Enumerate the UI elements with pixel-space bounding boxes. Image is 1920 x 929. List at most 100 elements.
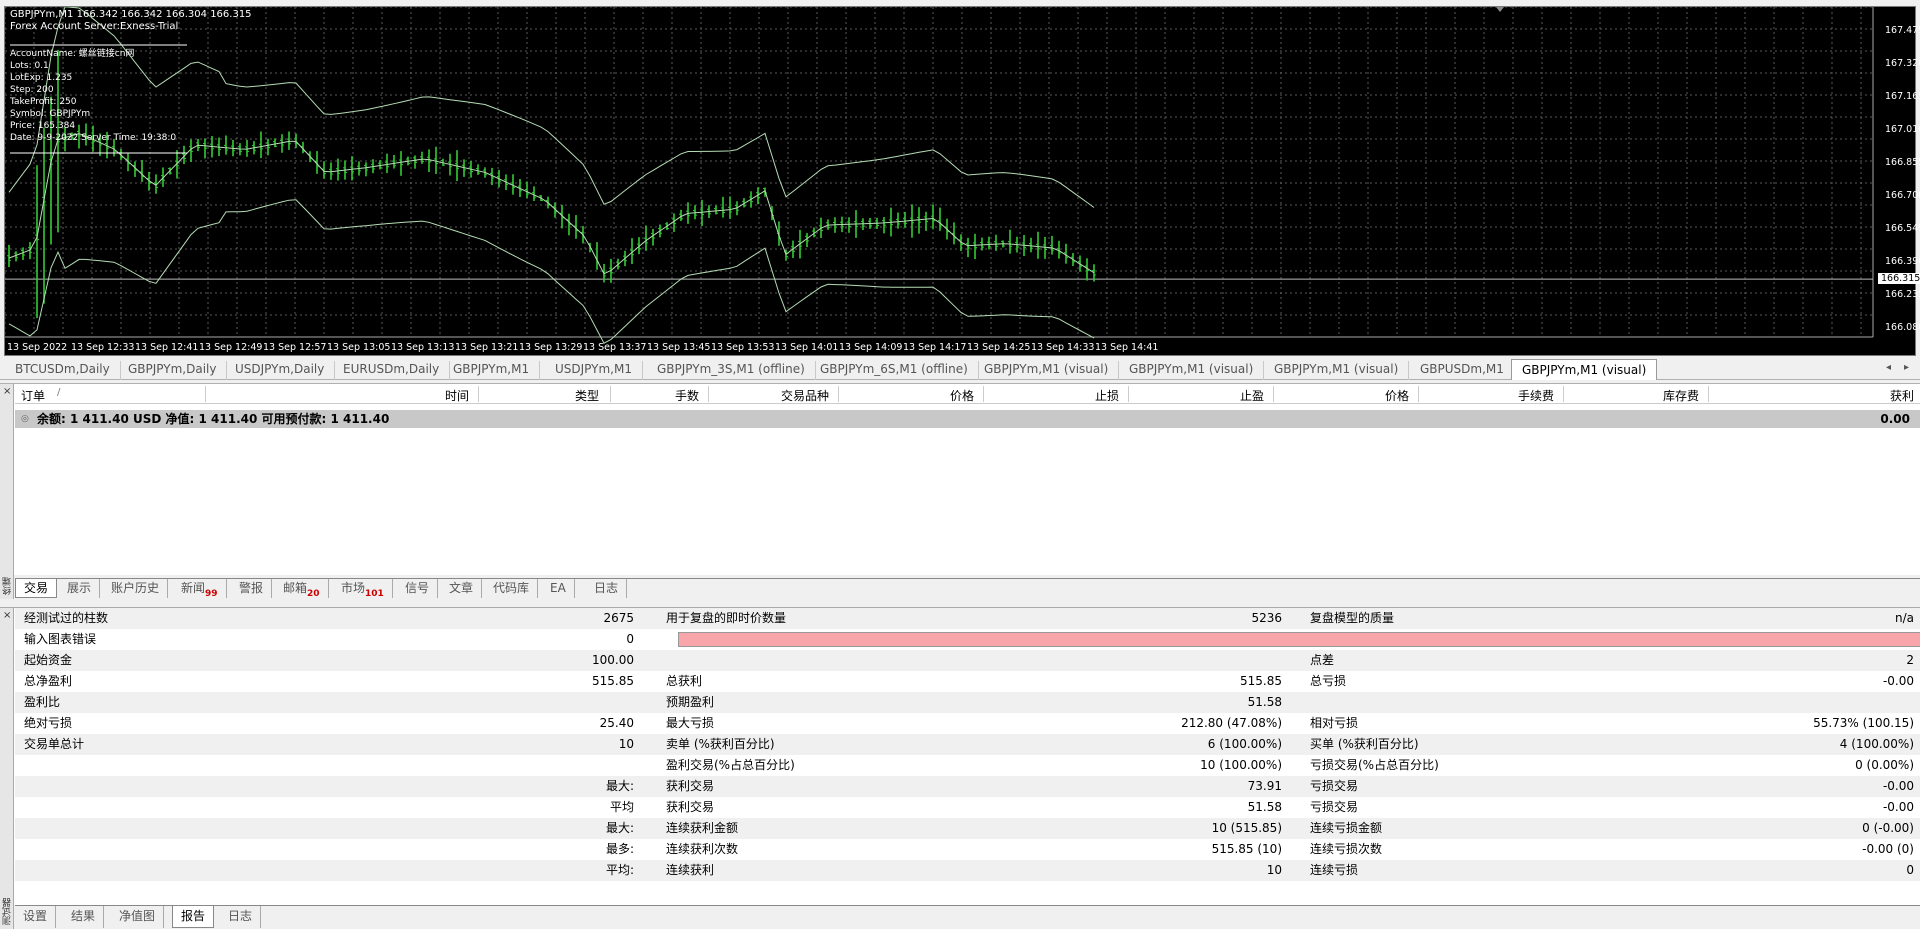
report-cell: 亏损交易 [1310,779,1359,793]
terminal-tab[interactable]: 交易 [15,579,58,598]
terminal-tab[interactable]: 新闻99 [173,579,227,599]
chart-tab[interactable]: GBPJPYm,M1 (visual) [1511,359,1658,380]
report-cell: 经测试过的柱数 [24,611,109,625]
report-cell: 获利交易 [666,779,715,793]
column-separator[interactable] [1563,386,1564,402]
price-label: 167.165 [1885,91,1920,102]
chart-tab[interactable]: GBPJPYm,M1 (visual) [1119,361,1265,380]
report-row: 经测试过的柱数 2675 用于复盘的即时价数量 5236 复盘模型的质量 n/a [15,608,1920,629]
chart-tab[interactable]: GBPJPYm,M1 [443,361,541,380]
sort-icon[interactable]: / [57,387,60,398]
terminal-tab[interactable]: 账户历史 [103,579,169,598]
column-header[interactable]: 价格 [1385,387,1409,404]
chart-tab[interactable]: USDJPYm,M1 [545,361,643,380]
column-header[interactable]: 库存费 [1663,387,1699,404]
column-header[interactable]: 价格 [950,387,974,404]
terminal-tab[interactable]: 信号 [397,579,439,598]
terminal-tab[interactable]: 市场101 [333,579,393,599]
chart-tab[interactable]: GBPJPYm,M1 (visual) [974,361,1120,380]
terminal-tab[interactable]: 文章 [441,579,483,598]
terminal-tab-label: 代码库 [493,581,530,595]
account-server-line: Forex Account Server:Exness-Trial [10,21,179,32]
time-label: 13 Sep 14:33 [1031,342,1095,353]
time-label: 13 Sep 13:37 [583,342,647,353]
report-row: 盈利交易(%占总百分比) 10 (100.00%) 亏损交易(%占总百分比) 0 (0… [15,755,1920,776]
terminal-tab[interactable]: 警报 [231,579,273,598]
price-label: 166.390 [1885,256,1920,267]
terminal-tab-label: 日志 [594,581,619,595]
column-header[interactable]: 手续费 [1518,387,1554,404]
report-cell: 55.73% (100.15) [1813,716,1914,730]
report-cell: 交易单总计 [24,737,85,751]
chart-tab[interactable]: GBPJPYm_3S,M1 (offline) [647,361,816,380]
chart-shift-marker[interactable] [1496,7,1504,12]
info-line: Date: 9-9-2022 Server Time: 19:38:0 [10,133,177,143]
report-cell: 获利交易 [666,800,715,814]
column-separator[interactable] [1128,386,1129,402]
terminal-tab[interactable]: 日志 [586,579,628,598]
column-header[interactable]: 手数 [675,387,699,404]
column-separator[interactable] [983,386,984,402]
terminal-tab[interactable]: 展示 [59,579,101,598]
column-header[interactable]: 交易品种 [781,387,829,404]
column-separator[interactable] [708,386,709,402]
terminal-tab-label: EA [550,581,566,595]
balance-row[interactable]: ◎ 余额: 1 411.40 USD 净值: 1 411.40 可用预付款: 1… [15,410,1920,428]
tester-tab[interactable]: 设置 [15,906,57,928]
tester-tab[interactable]: 日志 [220,906,262,928]
column-separator[interactable] [1418,386,1419,402]
report-cell: 连续亏损 [1310,863,1359,877]
chart-tab[interactable]: GBPJPYm,Daily [118,361,228,380]
column-separator[interactable] [478,386,479,402]
report-row: 最多: 连续获利次数 515.85 (10) 连续亏损次数 -0.00 (0) [15,839,1920,860]
chart-canvas[interactable] [5,7,1915,355]
report-cell: 0 (0.00%) [1855,758,1914,772]
report-cell: 连续获利次数 [666,842,739,856]
column-separator[interactable] [205,386,206,402]
time-label: 13 Sep 14:25 [967,342,1031,353]
terminal-tab-label: 账户历史 [111,581,160,595]
col-order[interactable]: 订单 [21,387,45,404]
chart-tab[interactable]: USDJPYm,Daily [225,361,336,380]
column-header[interactable]: 获利 [1890,387,1914,404]
column-separator[interactable] [838,386,839,402]
report-cell: 输入图表错误 [24,632,97,646]
report-cell: 515.85 [592,674,634,688]
terminal-tab[interactable]: EA [542,579,575,598]
time-label: 13 Sep 12:49 [199,342,263,353]
column-separator[interactable] [610,386,611,402]
chart-tab[interactable]: EURUSDm,Daily [333,361,451,380]
tabs-scroll-right-icon[interactable]: ▸ [1904,362,1909,373]
chart-tab[interactable]: GBPJPYm_6S,M1 (offline) [810,361,979,380]
tabs-scroll-left-icon[interactable]: ◂ [1886,362,1891,373]
tester-tab[interactable]: 净值图 [111,906,165,928]
report-cell: 复盘模型的质量 [1310,611,1395,625]
chart-tab[interactable]: GBPUSDm,M1 [1410,361,1515,380]
column-separator[interactable] [1708,386,1709,402]
time-label: 13 Sep 12:57 [263,342,327,353]
report-cell: 515.85 (10) [1211,842,1282,856]
price-chart[interactable]: GBPJPYm,M1 166.342 166.342 166.304 166.3… [4,6,1920,356]
column-header[interactable]: 止损 [1095,387,1119,404]
terminal-close-icon[interactable]: × [3,386,11,397]
chart-tab[interactable]: BTCUSDm,Daily [5,361,121,380]
time-label: 13 Sep 13:45 [647,342,711,353]
price-label: 167.010 [1885,124,1920,135]
column-header[interactable]: 时间 [445,387,469,404]
info-line: Symbol: GBPJPYm [10,109,91,119]
column-separator[interactable] [1273,386,1274,402]
terminal-tab[interactable]: 邮箱20 [275,579,329,599]
terminal-tab[interactable]: 代码库 [485,579,539,598]
report-cell: 平均 [609,800,634,814]
report-cell: 6 (100.00%) [1207,737,1282,751]
chart-tab[interactable]: GBPJPYm,M1 (visual) [1264,361,1410,380]
terminal-tab-label: 警报 [239,581,264,595]
tester-close-icon[interactable]: × [3,610,11,621]
tester-tab[interactable]: 结果 [63,906,105,928]
tester-tab[interactable]: 报告 [172,906,215,928]
info-line: LotExp: 1.235 [10,73,73,83]
report-cell: 0 [626,632,634,646]
price-label: 166.855 [1885,157,1920,168]
column-header[interactable]: 类型 [575,387,599,404]
column-header[interactable]: 止盈 [1240,387,1264,404]
